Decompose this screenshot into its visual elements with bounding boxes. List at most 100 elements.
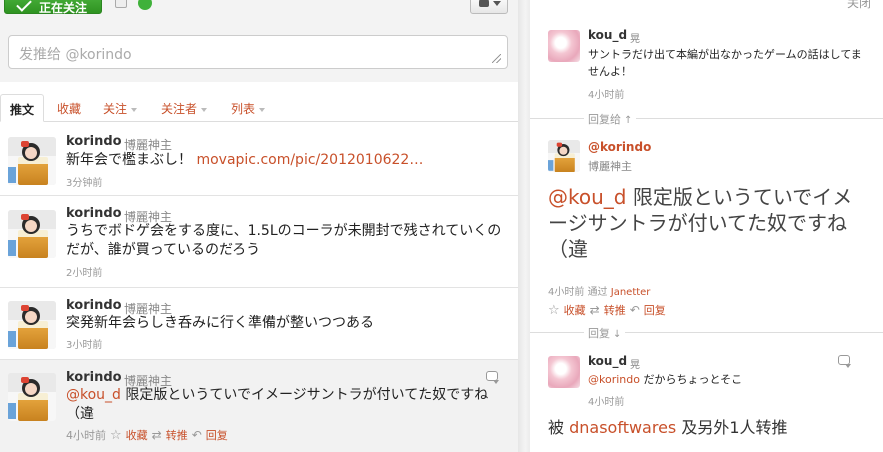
chevron-down-icon [259, 107, 266, 112]
block-icon[interactable] [115, 0, 127, 8]
via-client-link[interactable]: Janetter [611, 287, 651, 298]
tweet-text-large: @kou_d 限定版というていでイメージサントラが付いてた奴ですね（違 [548, 184, 868, 262]
compose-placeholder: 发推给 @korindo [19, 47, 132, 63]
tweet-actions: ☆ 收藏 ⇄ 转推 ↶ 回复 [548, 302, 666, 318]
tweet-item[interactable]: korindo 博麗神主 新年会で檻まぶし！ movapic.com/pic/2… [0, 123, 518, 196]
following-button-label: 正在关注 [39, 0, 88, 15]
avatar[interactable] [8, 210, 56, 258]
tab-tweets-label: 推文 [10, 103, 35, 117]
person-icon [479, 0, 489, 7]
tab-lists-label: 列表 [231, 102, 256, 116]
tweet-author-name[interactable]: korindo [66, 134, 122, 149]
profile-toolbar: 正在关注 发推给 @korindo [0, 0, 518, 82]
chevron-down-icon [201, 107, 208, 112]
tweet-timestamp[interactable]: 4小时前 [588, 86, 624, 101]
tweet-actions: 4小时前 ☆ 收藏 ⇄ 转推 ↶ 回复 [66, 427, 228, 443]
divider [530, 332, 883, 333]
tweet-author-name[interactable]: korindo [66, 206, 122, 221]
tab-followers-label: 关注者 [161, 102, 198, 116]
retweeted-by-suffix: 及另外1人转推 [681, 418, 788, 437]
refresh-icon[interactable] [138, 0, 152, 10]
retweeted-by-line: 被 dnasoftwares 及另外1人转推 [548, 414, 788, 438]
retweeter-link[interactable]: dnasoftwares [569, 418, 676, 437]
reply-icon[interactable]: ↶ [630, 303, 640, 317]
tweet-item-selected[interactable]: korindo 博麗神主 @kou_d 限定版というていでイメージサントラが付い… [0, 360, 518, 452]
avatar[interactable] [548, 30, 580, 62]
profile-timeline-panel: 正在关注 发推给 @korindo 推文 收藏 关注 关注者 列表 korind… [0, 0, 518, 452]
tweet-text: うちでボドゲ会をする度に、1.5Lのコーラが未開封で残されていくのだが、誰が買っ… [66, 223, 502, 258]
tweet-mention[interactable]: @kou_d [66, 387, 121, 403]
tab-lists[interactable]: 列表 [222, 94, 274, 122]
reply-action[interactable]: 回复 [644, 302, 666, 318]
tweet-timestamp[interactable]: 2小时前 [66, 264, 102, 279]
avatar[interactable] [548, 356, 580, 388]
retweet-icon[interactable]: ⇄ [152, 428, 162, 442]
arrow-up-icon: ↑ [624, 115, 633, 126]
tweet-meta: 4小时前 通过 Janetter [548, 283, 650, 298]
star-icon[interactable]: ☆ [110, 428, 122, 443]
tweet-author-name[interactable]: @korindo [588, 140, 651, 154]
arrow-down-icon: ↓ [613, 329, 622, 340]
tweet-timestamp[interactable]: 4小时前 [66, 427, 106, 443]
favorite-action[interactable]: 收藏 [126, 427, 148, 443]
tweet-author-name[interactable]: kou_d [588, 28, 627, 42]
tweet-timestamp[interactable]: 3小时前 [66, 336, 102, 351]
in-reply-to-label: 回复给 ↑ [584, 111, 637, 127]
tweet-text-body: 新年会で檻まぶし！ [66, 152, 197, 168]
user-actions-menu[interactable] [470, 0, 508, 14]
tab-following[interactable]: 关注 [94, 94, 146, 122]
avatar[interactable] [8, 137, 56, 185]
check-icon [16, 0, 32, 12]
resize-grip-icon[interactable] [492, 54, 501, 63]
retweet-action[interactable]: 转推 [166, 427, 188, 443]
profile-tabs: 推文 收藏 关注 关注者 列表 [0, 94, 518, 122]
tweet-text-body: だからちょっとそこ [639, 373, 743, 386]
tweet-author-handle: 晃 [630, 360, 640, 371]
tweet-mention[interactable]: @kou_d [548, 185, 626, 209]
tweet-author-name[interactable]: korindo [66, 298, 122, 313]
favorite-action[interactable]: 收藏 [564, 302, 586, 318]
tweet-text: 突発新年会らしき呑みに行く準備が整いつつある [66, 315, 374, 331]
tweet-text: 新年会で檻まぶし！ movapic.com/pic/2012010622… [66, 151, 506, 170]
reply-icon[interactable]: ↶ [192, 428, 202, 442]
tweet-author-handle: 博麗神主 [588, 160, 632, 173]
tweet-item[interactable]: korindo 博麗神主 うちでボドゲ会をする度に、1.5Lのコーラが未開封で残… [0, 196, 518, 288]
reply-action[interactable]: 回复 [206, 427, 228, 443]
chevron-down-icon [131, 107, 138, 112]
retweeted-by-prefix: 被 [548, 418, 565, 437]
tweet-text-body: 限定版というていでイメージサントラが付いてた奴ですね（違 [66, 387, 489, 422]
tab-favorites-label: 收藏 [57, 102, 82, 116]
tweet-author-name[interactable]: korindo [66, 370, 122, 385]
conversation-icon[interactable] [838, 355, 851, 368]
avatar[interactable] [548, 140, 580, 172]
avatar[interactable] [8, 301, 56, 349]
tab-favorites[interactable]: 收藏 [48, 94, 90, 122]
replies-text: 回复 [588, 327, 610, 340]
tweet-text: @kou_d 限定版というていでイメージサントラが付いてた奴ですね（違 [66, 386, 506, 424]
tweet-author-name[interactable]: kou_d [588, 354, 627, 368]
tweet-timestamp[interactable]: 4小时前 [548, 287, 584, 298]
chevron-down-icon [493, 1, 501, 6]
tab-tweets[interactable]: 推文 [0, 94, 45, 122]
tweet-timestamp[interactable]: 3分钟前 [66, 174, 102, 189]
following-button[interactable]: 正在关注 [4, 0, 102, 15]
divider [530, 118, 883, 119]
tweet-mention[interactable]: @korindo [588, 373, 640, 386]
retweet-action[interactable]: 转推 [604, 302, 626, 318]
close-button[interactable]: 关闭 [847, 0, 871, 11]
tweet-timestamp[interactable]: 4小时前 [588, 393, 624, 408]
via-prefix: 通过 [587, 287, 608, 298]
replies-label: 回复 ↓ [584, 325, 626, 341]
retweet-icon[interactable]: ⇄ [590, 303, 600, 317]
panel-divider [518, 0, 530, 452]
tab-following-label: 关注 [103, 102, 128, 116]
avatar[interactable] [8, 373, 56, 421]
star-icon[interactable]: ☆ [548, 303, 560, 318]
tab-followers[interactable]: 关注者 [152, 94, 216, 122]
tweet-detail-panel: 关闭 kou_d 晃 サントラだけ出て本編が出なかったゲームの話はしてませんよ！… [530, 0, 883, 452]
compose-tweet-input[interactable]: 发推给 @korindo [8, 35, 508, 69]
tweet-link[interactable]: movapic.com/pic/2012010622… [196, 152, 423, 168]
in-reply-to-text: 回复给 [588, 113, 621, 126]
tweet-item[interactable]: korindo 博麗神主 突発新年会らしき呑みに行く準備が整いつつある 3小时前 [0, 288, 518, 360]
conversation-icon[interactable] [486, 371, 499, 384]
